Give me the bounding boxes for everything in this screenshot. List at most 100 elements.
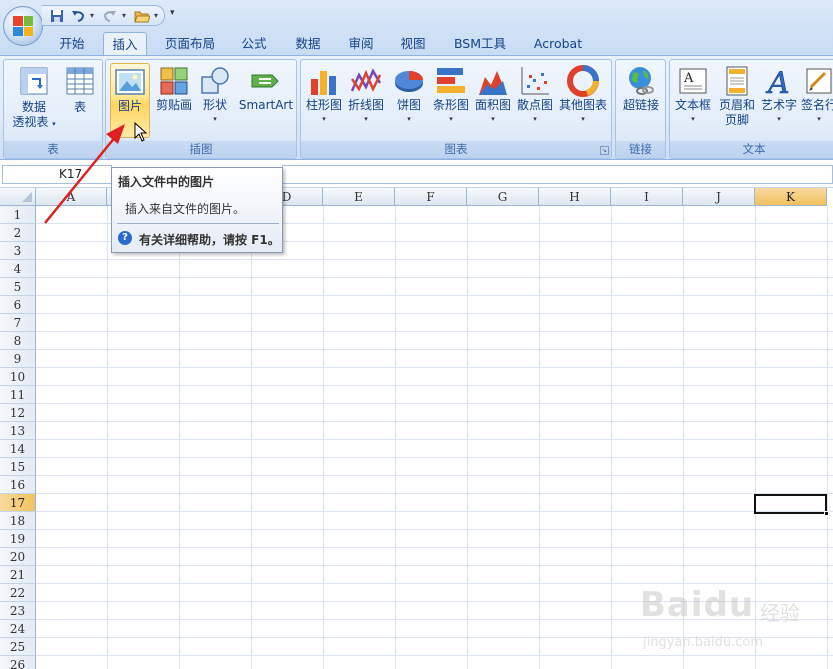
row-header-25[interactable]: 25 xyxy=(0,638,36,656)
row-header-19[interactable]: 19 xyxy=(0,530,36,548)
undo-dropdown-icon[interactable]: ▾ xyxy=(90,11,98,20)
row-header-12[interactable]: 12 xyxy=(0,404,36,422)
signature-line-button[interactable]: 签名行 ▾ xyxy=(799,63,833,138)
redo-icon[interactable] xyxy=(101,7,119,24)
open-dropdown-icon[interactable]: ▾ xyxy=(154,11,162,20)
smartart-button[interactable]: SmartArt xyxy=(237,63,295,138)
column-header-k[interactable]: K xyxy=(755,188,827,206)
row-header-9[interactable]: 9 xyxy=(0,350,36,368)
tab-acrobat[interactable]: Acrobat xyxy=(528,32,588,56)
row-header-17[interactable]: 17 xyxy=(0,494,36,512)
save-icon[interactable] xyxy=(48,7,66,24)
line-chart-icon xyxy=(350,65,382,97)
bar-chart-icon xyxy=(435,65,467,97)
pie-chart-icon xyxy=(393,65,425,97)
row-header-16[interactable]: 16 xyxy=(0,476,36,494)
column-header-e[interactable]: E xyxy=(323,188,395,206)
pie-chart-button[interactable]: 饼图 ▾ xyxy=(389,63,429,138)
charts-dialog-launcher-icon[interactable]: ↘ xyxy=(600,146,609,155)
hyperlink-globe-icon xyxy=(625,65,657,97)
tab-view[interactable]: 视图 xyxy=(393,32,433,56)
scatter-chart-dropdown-icon: ▾ xyxy=(533,115,537,123)
column-chart-dropdown-icon: ▾ xyxy=(322,115,326,123)
row-header-1[interactable]: 1 xyxy=(0,206,36,224)
group-label-text: 文本 xyxy=(670,141,833,158)
other-charts-button[interactable]: 其他图表 ▾ xyxy=(557,63,609,138)
title-bar: ▾ ▾ ▾ ▾ 开始 插入 页面布局 公式 数据 审阅 视图 BSM工具 Acr… xyxy=(0,0,833,56)
column-header-h[interactable]: H xyxy=(539,188,611,206)
tab-bsm-tools[interactable]: BSM工具 xyxy=(448,32,512,56)
tab-home[interactable]: 开始 xyxy=(52,32,92,56)
textbox-icon: A xyxy=(677,65,709,97)
header-footer-label-2: 页脚 xyxy=(724,113,749,127)
fill-handle[interactable] xyxy=(824,511,829,516)
wordart-dropdown-icon: ▾ xyxy=(777,115,781,123)
select-all-corner[interactable] xyxy=(0,188,36,206)
smartart-label: SmartArt xyxy=(238,98,294,112)
textbox-button[interactable]: A 文本框 ▾ xyxy=(673,63,713,138)
row-header-5[interactable]: 5 xyxy=(0,278,36,296)
group-text: A 文本框 ▾ 页眉和 页脚 A 艺术字 ▾ 签名行 ▾ 文本 xyxy=(669,59,833,159)
undo-icon[interactable] xyxy=(69,7,87,24)
group-label-links: 链接 xyxy=(616,141,665,158)
open-folder-icon[interactable] xyxy=(133,7,151,24)
tab-data[interactable]: 数据 xyxy=(288,32,328,56)
customize-qat-icon[interactable]: ▾ xyxy=(170,8,175,18)
row-header-26[interactable]: 26 xyxy=(0,656,36,669)
name-box[interactable]: K17 xyxy=(2,165,112,184)
column-header-a[interactable]: A xyxy=(36,188,107,206)
column-header-i[interactable]: I xyxy=(611,188,683,206)
tab-formulas[interactable]: 公式 xyxy=(234,32,274,56)
hyperlink-button[interactable]: 超链接 xyxy=(619,63,663,138)
wordart-button[interactable]: A 艺术字 ▾ xyxy=(758,63,800,138)
row-header-10[interactable]: 10 xyxy=(0,368,36,386)
tab-insert[interactable]: 插入 xyxy=(103,32,147,56)
row-header-6[interactable]: 6 xyxy=(0,296,36,314)
group-links: 超链接 链接 xyxy=(615,59,666,159)
row-header-11[interactable]: 11 xyxy=(0,386,36,404)
shapes-button[interactable]: 形状 ▾ xyxy=(197,63,233,138)
row-header-4[interactable]: 4 xyxy=(0,260,36,278)
active-cell-k17[interactable] xyxy=(754,494,827,514)
area-chart-button[interactable]: 面积图 ▾ xyxy=(473,63,513,138)
line-chart-button[interactable]: 折线图 ▾ xyxy=(346,63,386,138)
row-header-20[interactable]: 20 xyxy=(0,548,36,566)
bar-chart-button[interactable]: 条形图 ▾ xyxy=(431,63,471,138)
clipart-button[interactable]: 剪贴画 xyxy=(154,63,194,138)
column-header-f[interactable]: F xyxy=(395,188,467,206)
column-chart-button[interactable]: 柱形图 ▾ xyxy=(304,63,344,138)
header-footer-icon xyxy=(721,65,753,97)
scatter-chart-button[interactable]: 散点图 ▾ xyxy=(515,63,555,138)
row-header-24[interactable]: 24 xyxy=(0,620,36,638)
row-header-13[interactable]: 13 xyxy=(0,422,36,440)
row-header-18[interactable]: 18 xyxy=(0,512,36,530)
row-header-23[interactable]: 23 xyxy=(0,602,36,620)
table-icon xyxy=(64,65,96,97)
row-header-15[interactable]: 15 xyxy=(0,458,36,476)
shapes-icon xyxy=(199,65,231,97)
column-header-j[interactable]: J xyxy=(683,188,755,206)
row-header-7[interactable]: 7 xyxy=(0,314,36,332)
header-footer-button[interactable]: 页眉和 页脚 xyxy=(715,63,759,138)
svg-text:A: A xyxy=(683,71,694,86)
excel-window: ▾ ▾ ▾ ▾ 开始 插入 页面布局 公式 数据 审阅 视图 BSM工具 Acr… xyxy=(0,0,833,669)
tab-review[interactable]: 审阅 xyxy=(341,32,381,56)
tooltip-divider xyxy=(117,223,279,224)
row-header-3[interactable]: 3 xyxy=(0,242,36,260)
pivot-label-2: 透视表 ▾ xyxy=(12,115,56,129)
formula-bar[interactable] xyxy=(282,165,833,184)
row-header-21[interactable]: 21 xyxy=(0,566,36,584)
group-charts: 柱形图 ▾ 折线图 ▾ 饼图 ▾ 条形图 ▾ 面积图 ▾ 散点图 ▾ 其他图表 … xyxy=(300,59,612,159)
clipart-label: 剪贴画 xyxy=(155,98,192,112)
pivot-table-button[interactable]: 数据 透视表 ▾ xyxy=(8,63,60,138)
row-header-14[interactable]: 14 xyxy=(0,440,36,458)
redo-dropdown-icon[interactable]: ▾ xyxy=(122,11,130,20)
wordart-label: 艺术字 xyxy=(760,98,797,112)
column-header-g[interactable]: G xyxy=(467,188,539,206)
row-header-8[interactable]: 8 xyxy=(0,332,36,350)
tab-page-layout[interactable]: 页面布局 xyxy=(158,32,222,56)
svg-text:A: A xyxy=(765,66,790,97)
row-header-22[interactable]: 22 xyxy=(0,584,36,602)
table-button[interactable]: 表 xyxy=(62,63,98,138)
row-header-2[interactable]: 2 xyxy=(0,224,36,242)
